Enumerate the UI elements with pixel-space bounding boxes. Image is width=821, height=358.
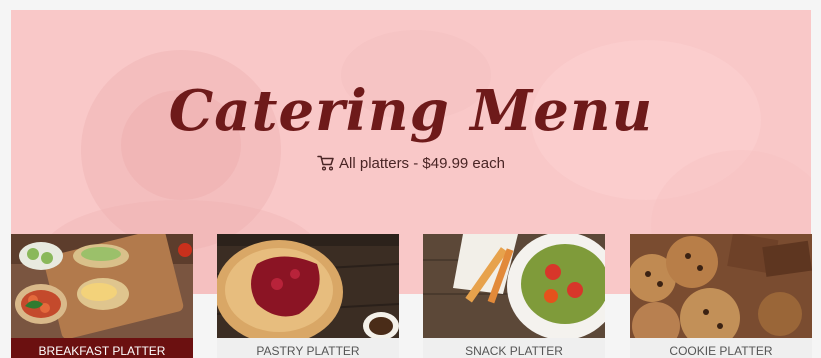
platter-name: PASTRY PLATTER: [256, 344, 360, 358]
cookie-platter-card[interactable]: COOKIE PLATTER: [630, 234, 812, 358]
price-note: All platters - $49.99 each: [11, 155, 811, 172]
platter-caption: SNACK PLATTER: [423, 338, 605, 358]
platter-name: SNACK PLATTER: [465, 344, 563, 358]
breakfast-platter-card[interactable]: BREAKFAST PLATTER: [11, 234, 193, 358]
pastry-platter-photo: [217, 234, 399, 338]
snack-platter-photo: [423, 234, 605, 338]
platter-caption: PASTRY PLATTER: [217, 338, 399, 358]
shopping-cart-icon: [317, 155, 334, 171]
breakfast-platter-photo: [11, 234, 193, 338]
cookie-platter-photo: [630, 234, 812, 338]
pastry-platter-card[interactable]: PASTRY PLATTER: [217, 234, 399, 358]
price-note-text: All platters - $49.99 each: [339, 155, 505, 172]
platter-caption: COOKIE PLATTER: [630, 338, 812, 358]
platter-name: COOKIE PLATTER: [669, 344, 773, 358]
page-title: Catering Menu: [168, 78, 654, 144]
snack-platter-card[interactable]: SNACK PLATTER: [423, 234, 605, 358]
platter-caption: BREAKFAST PLATTER: [11, 338, 193, 358]
platter-name: BREAKFAST PLATTER: [38, 344, 166, 358]
